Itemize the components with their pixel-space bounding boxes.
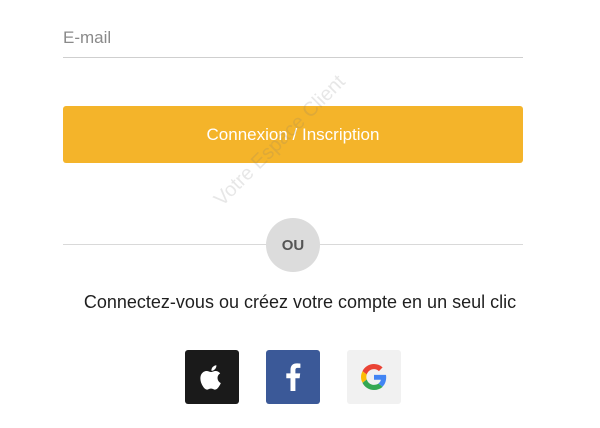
facebook-icon [286,363,301,391]
social-login-prompt: Connectez-vous ou créez votre compte en … [83,292,517,312]
email-field[interactable] [63,18,523,58]
google-login-button[interactable] [347,350,401,404]
google-icon [361,364,387,390]
facebook-login-button[interactable] [266,350,320,404]
or-separator: OU [266,218,320,272]
login-register-button[interactable]: Connexion / Inscription [63,106,523,163]
apple-login-button[interactable] [185,350,239,404]
apple-icon [200,365,221,390]
social-login-buttons [0,350,600,404]
login-form: Connexion / Inscription OU Connectez-vou… [0,0,600,428]
